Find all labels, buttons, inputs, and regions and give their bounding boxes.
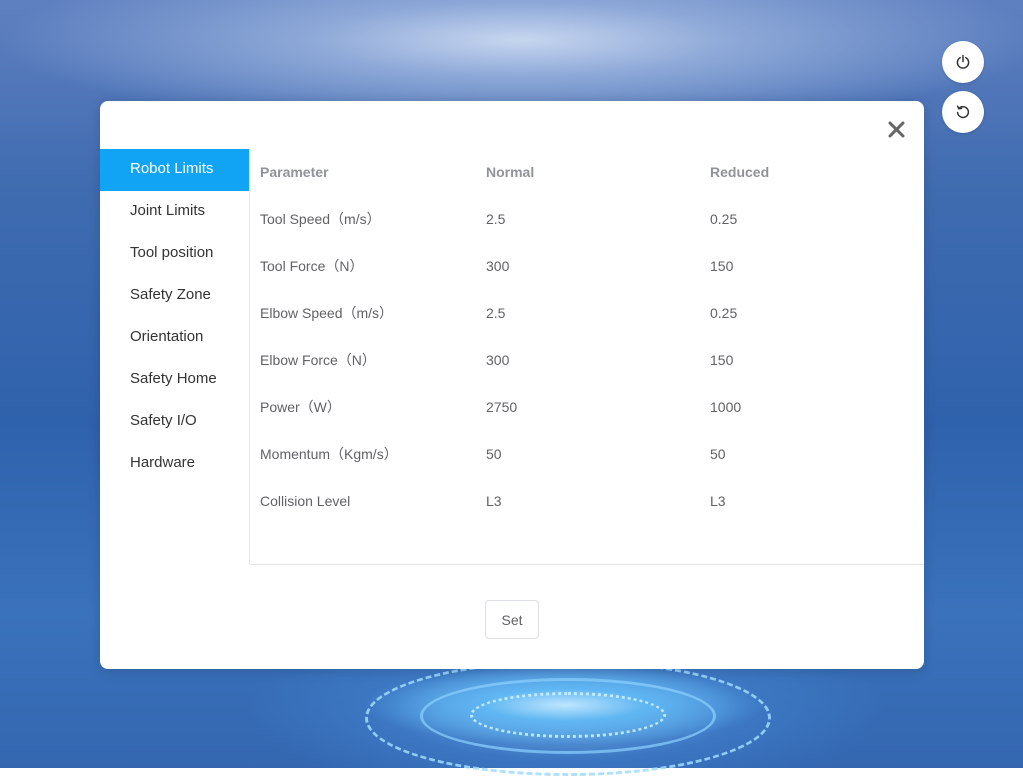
menu-item-safety-zone[interactable]: Safety Zone [100,275,249,317]
column-header-normal: Normal [486,164,535,180]
parameter-name: Elbow Force（N） [260,351,376,368]
reduced-value: 0.25 [710,304,738,321]
normal-value: 300 [486,351,510,368]
reduced-value: 150 [710,351,734,368]
menu-item-safety-home[interactable]: Safety Home [100,359,249,401]
table-row: Elbow Force（N） 300 150 [260,336,910,383]
table-row: Tool Force（N） 300 150 [260,242,910,289]
close-icon [888,121,904,137]
reduced-value: 150 [710,257,734,274]
table-row: Elbow Speed（m/s） 2.5 0.25 [260,289,910,336]
table-row: Tool Speed（m/s） 2.5 0.25 [260,195,910,242]
normal-value: 2750 [486,398,518,415]
power-button[interactable] [942,41,984,83]
normal-value: 50 [486,445,502,462]
reduced-value: 0.25 [710,210,738,227]
reduced-value: L3 [710,492,726,509]
menu-item-tool-position[interactable]: Tool position [100,233,249,275]
parameters-table: Parameter Normal Reduced Tool Speed（m/s）… [260,149,910,524]
parameter-name: Collision Level [260,492,351,509]
table-row: Collision Level L3 L3 [260,477,910,524]
safety-settings-dialog: Robot Limits Joint Limits Tool position … [100,101,924,669]
table-row: Momentum（Kgm/s） 50 50 [260,430,910,477]
parameter-name: Tool Speed（m/s） [260,210,381,227]
normal-value: L3 [486,492,502,509]
reduced-value: 1000 [710,398,742,415]
normal-value: 2.5 [486,210,506,227]
reset-icon [956,105,970,119]
normal-value: 300 [486,257,510,274]
menu-item-hardware[interactable]: Hardware [100,443,249,485]
menu-item-safety-io[interactable]: Safety I/O [100,401,249,443]
parameter-name: Momentum（Kgm/s） [260,445,398,462]
parameter-name: Power（W） [260,398,341,415]
background-ring [470,692,666,738]
settings-menu: Robot Limits Joint Limits Tool position … [100,149,250,564]
menu-item-robot-limits[interactable]: Robot Limits [100,149,249,191]
menu-item-orientation[interactable]: Orientation [100,317,249,359]
normal-value: 2.5 [486,304,506,321]
close-button[interactable] [885,118,907,140]
column-header-parameter: Parameter [260,164,329,180]
table-row: Power（W） 2750 1000 [260,383,910,430]
reduced-value: 50 [710,445,726,462]
set-button[interactable]: Set [485,600,539,639]
column-header-reduced: Reduced [710,164,770,180]
parameter-name: Elbow Speed（m/s） [260,304,394,321]
table-header-row: Parameter Normal Reduced [260,149,910,195]
power-icon [956,54,970,69]
reset-button[interactable] [942,91,984,133]
menu-item-joint-limits[interactable]: Joint Limits [100,191,249,233]
parameter-name: Tool Force（N） [260,257,364,274]
robot-limits-panel: Parameter Normal Reduced Tool Speed（m/s）… [250,149,924,565]
